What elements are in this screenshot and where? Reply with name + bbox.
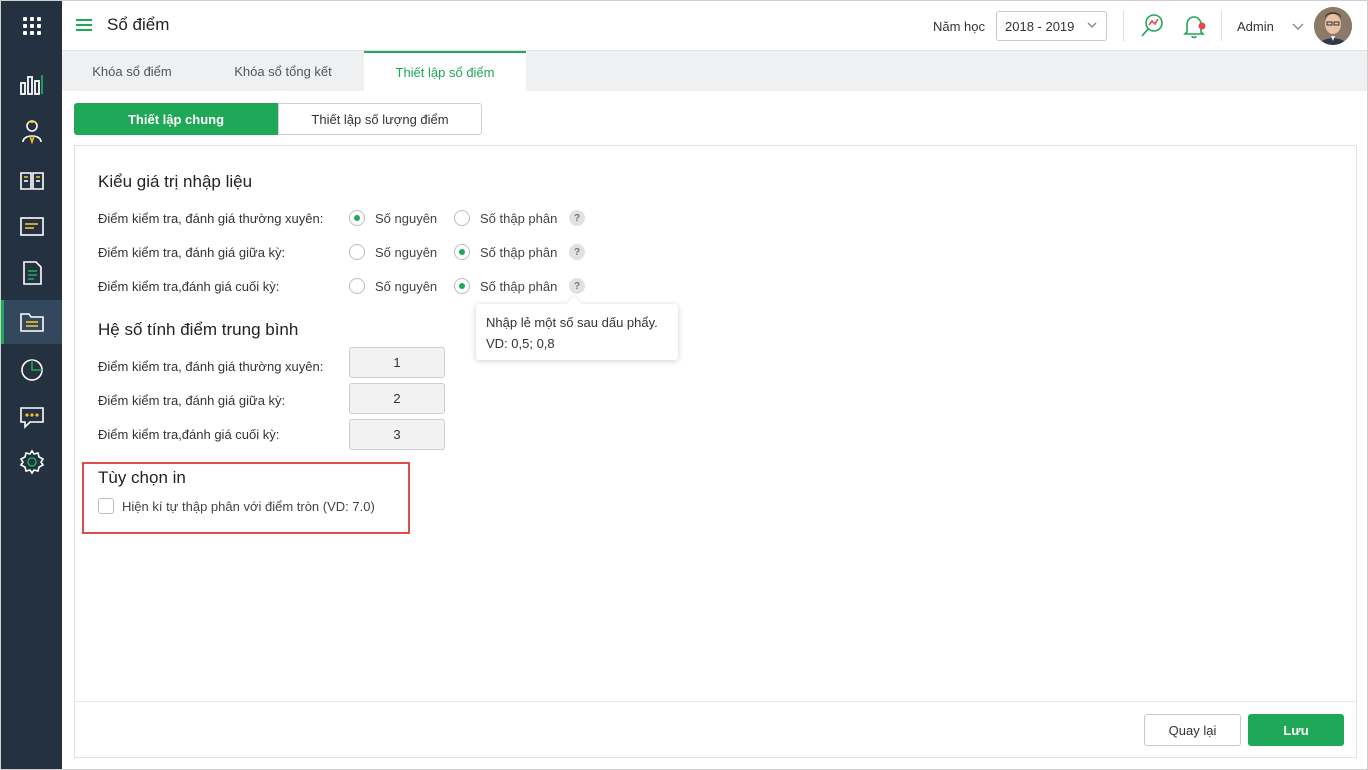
input-type-row-label: Điểm kiểm tra,đánh giá cuối kỳ: — [98, 279, 280, 294]
settings-panel — [74, 145, 1357, 758]
radio-midterm-integer[interactable] — [349, 244, 365, 260]
input-type-title: Kiểu giá trị nhập liệu — [98, 172, 253, 191]
coefficient-input[interactable]: 1 — [349, 347, 445, 378]
coefficient-row-label: Điểm kiểm tra,đánh giá cuối kỳ: — [98, 427, 280, 442]
back-button[interactable]: Quay lại — [1144, 714, 1241, 746]
help-icon[interactable]: ? — [569, 278, 585, 294]
coefficient-row-label: Điểm kiểm tra, đánh giá thường xuyên: — [98, 359, 324, 374]
apps-grid-icon[interactable] — [1, 1, 62, 51]
coefficient-row-label: Điểm kiểm tra, đánh giá giữa kỳ: — [98, 393, 286, 408]
tooltip-line: Nhập lẻ một số sau dấu phẩy. — [486, 315, 658, 330]
top-header: Sổ điểm Năm học 2018 - 2019 Admin — [62, 1, 1367, 51]
main-tabs: Khóa sổ điểm Khóa sổ tổng kết Thiết lập … — [62, 51, 1367, 91]
chevron-down-icon — [1087, 22, 1097, 28]
radio-regular-decimal[interactable] — [454, 210, 470, 226]
user-avatar[interactable] — [1314, 7, 1352, 45]
coefficient-input[interactable]: 2 — [349, 383, 445, 414]
input-type-row-label: Điểm kiểm tra, đánh giá thường xuyên: — [98, 211, 324, 226]
radio-label-decimal: Số thập phân — [480, 245, 558, 260]
help-icon[interactable]: ? — [569, 210, 585, 226]
search-chart-icon[interactable] — [1138, 12, 1166, 40]
show-decimal-label[interactable]: Hiện kí tự thập phân với điểm tròn (VD: … — [122, 499, 375, 514]
subtab-grade-count-settings[interactable]: Thiết lập số lượng điểm — [278, 103, 482, 135]
school-year-select[interactable]: 2018 - 2019 — [996, 11, 1107, 41]
tab-lock-summary[interactable]: Khóa sổ tổng kết — [202, 51, 364, 91]
menu-toggle-icon[interactable] — [76, 17, 92, 33]
radio-label-integer: Số nguyên — [375, 245, 438, 260]
decimal-help-tooltip: Nhập lẻ một số sau dấu phẩy. VD: 0,5; 0,… — [476, 304, 678, 360]
coefficient-input[interactable]: 3 — [349, 419, 445, 450]
help-icon[interactable]: ? — [569, 244, 585, 260]
school-year-label: Năm học — [933, 19, 986, 34]
coefficients-title: Hệ số tính điểm trung bình — [98, 320, 299, 339]
radio-label-decimal: Số thập phân — [480, 211, 558, 226]
radio-label-integer: Số nguyên — [375, 279, 438, 294]
radio-final-decimal[interactable] — [454, 278, 470, 294]
radio-regular-integer[interactable] — [349, 210, 365, 226]
tab-lock-grades[interactable]: Khóa sổ điểm — [62, 51, 202, 91]
radio-midterm-decimal[interactable] — [454, 244, 470, 260]
save-button[interactable]: Lưu — [1248, 714, 1344, 746]
input-type-row-label: Điểm kiểm tra, đánh giá giữa kỳ: — [98, 245, 286, 260]
radio-final-integer[interactable] — [349, 278, 365, 294]
radio-label-decimal: Số thập phân — [480, 279, 558, 294]
chat-icon[interactable] — [1, 395, 62, 439]
print-options-title: Tùy chọn in — [98, 468, 186, 487]
page-title: Sổ điểm — [107, 15, 170, 34]
bar-chart-icon[interactable] — [1, 62, 62, 106]
folder-list-icon[interactable] — [1, 300, 62, 344]
notification-bell-icon[interactable] — [1180, 12, 1208, 40]
tooltip-line: VD: 0,5; 0,8 — [486, 336, 555, 351]
app-window: Sổ điểm Năm học 2018 - 2019 Admin Khóa s… — [0, 0, 1368, 770]
chevron-down-icon[interactable] — [1291, 19, 1305, 33]
teacher-icon[interactable] — [1, 109, 62, 153]
header-divider — [1123, 11, 1124, 41]
sidebar — [1, 1, 62, 769]
subtab-general-settings[interactable]: Thiết lập chung — [74, 103, 278, 135]
tab-grade-settings[interactable]: Thiết lập sổ điểm — [364, 51, 526, 91]
header-divider — [1221, 11, 1222, 41]
board-icon[interactable] — [1, 205, 62, 249]
pie-chart-icon[interactable] — [1, 347, 62, 391]
user-name[interactable]: Admin — [1237, 19, 1274, 34]
document-icon[interactable] — [1, 251, 62, 295]
book-icon[interactable] — [1, 158, 62, 202]
settings-icon[interactable] — [1, 440, 62, 484]
school-year-value: 2018 - 2019 — [1005, 19, 1075, 34]
show-decimal-checkbox[interactable] — [98, 498, 114, 514]
radio-label-integer: Số nguyên — [375, 211, 438, 226]
